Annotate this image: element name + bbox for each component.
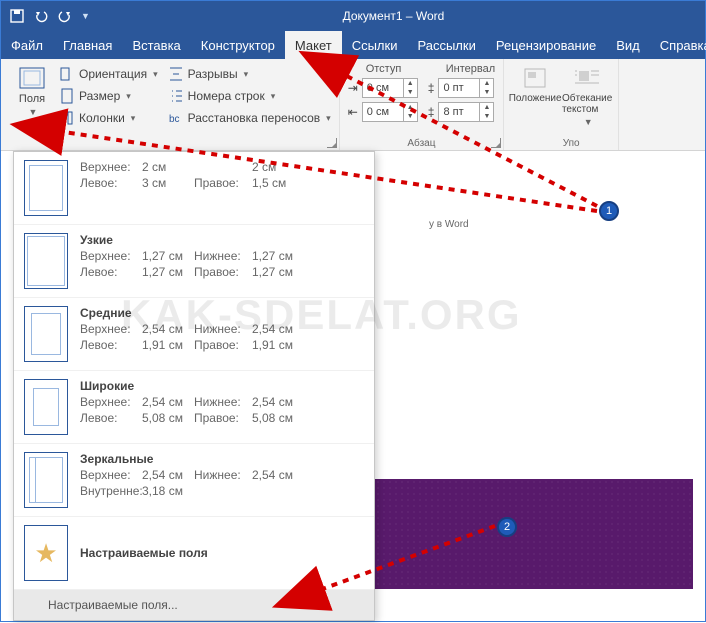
annotation-badge-2: 2 <box>497 517 517 537</box>
page-setup-launcher-icon[interactable] <box>327 138 337 148</box>
margins-thumb-icon <box>24 233 68 289</box>
tab-review[interactable]: Рецензирование <box>486 31 606 59</box>
size-button[interactable]: Размер▾ <box>59 85 158 107</box>
indent-heading: Отступ <box>348 63 418 75</box>
spacing-after-row: ‡8 пт▲▼ <box>428 101 495 123</box>
page-setup-group: Поля ▼ Ориентация▾ Размер▾ Колонки▾ Разр… <box>1 59 340 150</box>
margins-thumb-icon <box>24 306 68 362</box>
ribbon-tabs: Файл Главная Вставка Конструктор Макет С… <box>1 31 705 59</box>
margins-button[interactable]: Поля ▼ <box>9 63 55 136</box>
spacing-after-input[interactable]: 8 пт▲▼ <box>438 102 494 122</box>
tab-view[interactable]: Вид <box>606 31 650 59</box>
margins-dropdown: Верхнее:2 см2 см Левое:3 смПравое:1,5 см… <box>13 151 375 621</box>
arrange-group-label: Упо <box>504 138 638 149</box>
tab-home[interactable]: Главная <box>53 31 122 59</box>
columns-button[interactable]: Колонки▾ <box>59 107 158 129</box>
tab-design[interactable]: Конструктор <box>191 31 285 59</box>
annotation-badge-1: 1 <box>599 201 619 221</box>
svg-text:bc: bc <box>169 114 180 125</box>
spacing-before-input[interactable]: 0 пт▲▼ <box>438 78 494 98</box>
margins-thumb-icon <box>24 379 68 435</box>
arrange-group: Положение Обтекание текстом ▼ Упо <box>504 59 619 150</box>
save-icon[interactable] <box>9 8 25 24</box>
orientation-button[interactable]: Ориентация▾ <box>59 63 158 85</box>
undo-icon[interactable] <box>33 8 49 24</box>
title-bar: ▼ Документ1 – Word <box>1 1 705 31</box>
tab-insert[interactable]: Вставка <box>122 31 190 59</box>
paragraph-launcher-icon[interactable] <box>491 138 501 148</box>
indent-right-input[interactable]: 0 см▲▼ <box>362 102 418 122</box>
qat-customize-icon[interactable]: ▼ <box>81 11 90 21</box>
hyphenation-button[interactable]: bcРасстановка переносов▾ <box>168 107 331 129</box>
indent-right-icon: ⇤ <box>348 105 358 119</box>
spacing-heading: Интервал <box>428 63 495 75</box>
margins-option-mirror[interactable]: Зеркальные Верхнее:2,54 смНижнее:2,54 см… <box>14 444 374 517</box>
document-text-fragment: у в Word <box>429 219 469 230</box>
line-numbers-button[interactable]: Номера строк▾ <box>168 85 331 107</box>
paragraph-group-label: Абзац <box>340 138 503 149</box>
margins-option-narrow[interactable]: Узкие Верхнее:1,27 смНижнее:1,27 см Лево… <box>14 225 374 298</box>
tab-help[interactable]: Справка <box>650 31 706 59</box>
custom-margins-button[interactable]: Настраиваемые поля... <box>14 590 374 620</box>
margins-option-medium[interactable]: Средние Верхнее:2,54 смНижнее:2,54 см Ле… <box>14 298 374 371</box>
tab-mailings[interactable]: Рассылки <box>407 31 485 59</box>
spacing-after-icon: ‡ <box>428 105 435 119</box>
margins-label: Поля <box>19 93 45 105</box>
indent-right-row: ⇤ 0 см▲▼ <box>348 101 418 123</box>
tab-layout[interactable]: Макет <box>285 31 342 59</box>
indent-left-icon: ⇥ <box>348 81 358 95</box>
document-page <box>375 479 693 589</box>
margins-thumb-icon <box>24 160 68 216</box>
tab-file[interactable]: Файл <box>1 31 53 59</box>
quick-access-toolbar: ▼ <box>9 8 90 24</box>
paragraph-group: Отступ ⇥0 см▲▼ ⇤0 см▲▼ Интервал ‡0 пт▲▼ … <box>340 59 504 150</box>
spacing-before-icon: ‡ <box>428 81 435 95</box>
star-icon: ★ <box>24 525 68 581</box>
ribbon: Поля ▼ Ориентация▾ Размер▾ Колонки▾ Разр… <box>1 59 705 151</box>
chevron-down-icon: ▼ <box>29 107 38 117</box>
spacing-before-row: ‡0 пт▲▼ <box>428 77 495 99</box>
window-title: Документ1 – Word <box>343 9 445 23</box>
margins-option-custom[interactable]: ★ Настраиваемые поля <box>14 517 374 590</box>
position-button[interactable]: Положение <box>512 63 558 136</box>
breaks-button[interactable]: Разрывы▾ <box>168 63 331 85</box>
redo-icon[interactable] <box>57 8 73 24</box>
indent-left-row: ⇥ 0 см▲▼ <box>348 77 418 99</box>
wrap-text-button[interactable]: Обтекание текстом ▼ <box>564 63 610 136</box>
tab-references[interactable]: Ссылки <box>342 31 408 59</box>
margins-thumb-icon <box>24 452 68 508</box>
margins-option-wide[interactable]: Широкие Верхнее:2,54 смНижнее:2,54 см Ле… <box>14 371 374 444</box>
indent-left-input[interactable]: 0 см▲▼ <box>362 78 418 98</box>
margins-option-normal[interactable]: Верхнее:2 см2 см Левое:3 смПравое:1,5 см <box>14 152 374 225</box>
